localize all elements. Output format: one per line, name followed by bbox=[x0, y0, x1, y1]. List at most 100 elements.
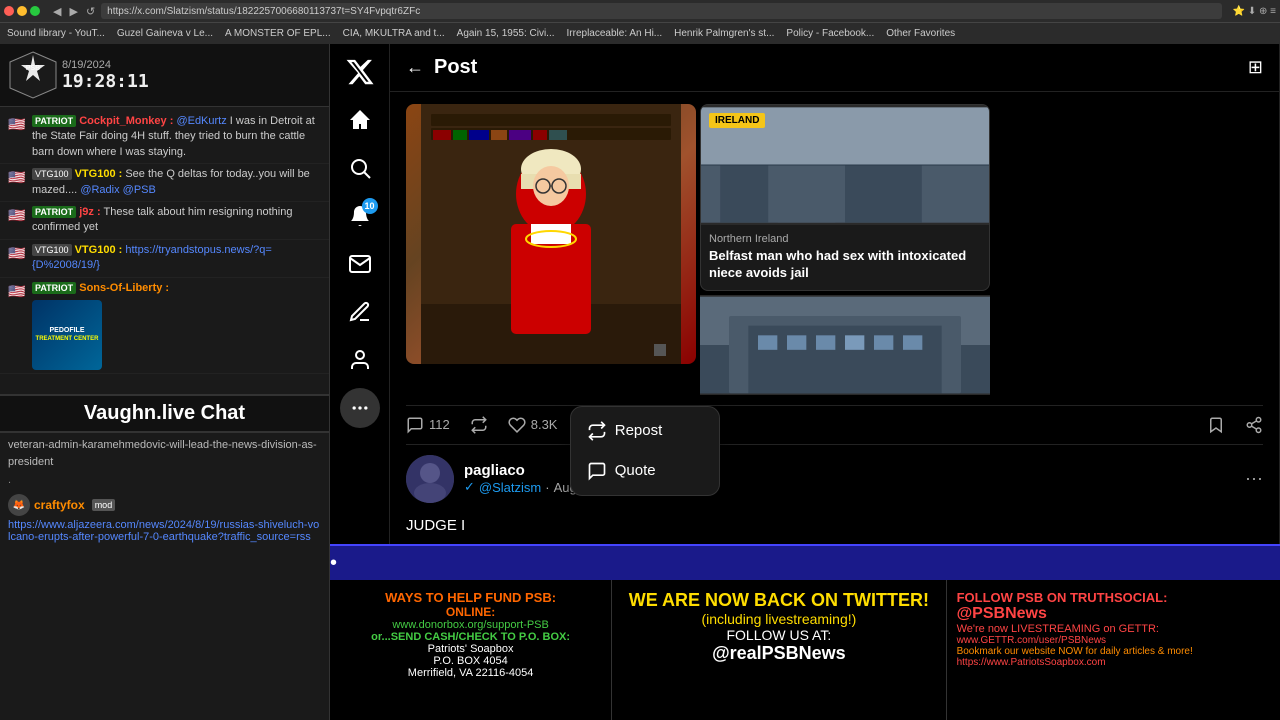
fund-or: or...SEND CASH/CHECK TO P.O. BOX: bbox=[340, 631, 601, 643]
username-1: Cockpit_Monkey : bbox=[79, 115, 173, 127]
avatar-3: 🇺🇸 bbox=[8, 205, 28, 225]
quote-option[interactable]: Quote bbox=[571, 451, 719, 491]
craftyfox-username: craftyfox bbox=[34, 498, 85, 512]
social-handle: @PSBNews bbox=[957, 605, 1270, 623]
reply-button[interactable]: 112 bbox=[406, 416, 450, 434]
bottom-panels: WAYS TO HELP FUND PSB: ONLINE: www.donor… bbox=[330, 580, 1280, 720]
post-header: ← Post ⊞ bbox=[390, 44, 1279, 92]
judge-figure bbox=[406, 104, 696, 364]
bookmark-1[interactable]: Sound library - YouT... bbox=[4, 28, 108, 39]
post-preview-text: JUDGE I bbox=[406, 517, 1263, 534]
news-card-1: IRELAND Northern Ireland Belfast man who… bbox=[700, 104, 990, 291]
chat-message-4: 🇺🇸 VTG100 VTG100 : https://tryandstopus.… bbox=[0, 240, 329, 278]
news-cards: IRELAND Northern Ireland Belfast man who… bbox=[700, 104, 990, 395]
username-2: VTG100 : bbox=[75, 168, 123, 180]
browser-forward-btn[interactable]: ▶ bbox=[67, 5, 79, 18]
username-3: j9z : bbox=[79, 206, 100, 218]
psb-header: PSB 8/19/2024 19:28:11 bbox=[0, 44, 329, 107]
bookmark-4[interactable]: CIA, MKULTRA and t... bbox=[340, 28, 448, 39]
avatar-1: 🇺🇸 bbox=[8, 114, 28, 134]
chat-message-2: 🇺🇸 VTG100 VTG100 : See the Q deltas for … bbox=[0, 164, 329, 202]
browser-menu-icons[interactable]: ⭐ ⬇ ⊕ ≡ bbox=[1233, 6, 1276, 17]
share-button[interactable] bbox=[1245, 416, 1263, 434]
ticker-bar: • t: Americans Are Increasingly Unhappy … bbox=[330, 544, 1280, 580]
browser-refresh-btn[interactable]: ↺ bbox=[84, 5, 97, 18]
url-text: https://x.com/Slatzism/status/1822257006… bbox=[107, 6, 420, 17]
dot-separator: . bbox=[8, 470, 321, 490]
quote-label: Quote bbox=[615, 462, 656, 479]
like-button[interactable]: 8.3K bbox=[508, 416, 558, 434]
browser-bar: ◀ ▶ ↺ https://x.com/Slatzism/status/1822… bbox=[0, 0, 1280, 22]
verified-icon: ✓ bbox=[464, 479, 475, 495]
post-title: Post bbox=[434, 56, 1238, 79]
repost-button[interactable] bbox=[470, 416, 488, 434]
judge-image bbox=[406, 104, 696, 364]
bookmark-7[interactable]: Henrik Palmgren's st... bbox=[671, 28, 777, 39]
social-title: FOLLOW PSB ON TRUTHSOCIAL: bbox=[957, 590, 1270, 605]
fund-panel: WAYS TO HELP FUND PSB: ONLINE: www.donor… bbox=[330, 580, 612, 720]
news-card-image-1: IRELAND bbox=[701, 105, 989, 225]
chat-message-1: 🇺🇸 PATRIOT Cockpit_Monkey : @EdKurtz I w… bbox=[0, 111, 329, 164]
home-nav-icon[interactable] bbox=[340, 100, 380, 140]
back-button[interactable]: ← bbox=[406, 57, 424, 78]
ticker-text: t: Americans Are Increasingly Unhappy wi… bbox=[345, 554, 1280, 570]
repost-area: Repost Quote bbox=[470, 416, 488, 434]
like-count: 8.3K bbox=[531, 417, 558, 432]
twitter-panel: WE ARE NOW BACK ON TWITTER! (including l… bbox=[612, 580, 946, 720]
social-site-url: https://www.PatriotsSoapbox.com bbox=[957, 657, 1270, 668]
chat-area[interactable]: 🇺🇸 PATRIOT Cockpit_Monkey : @EdKurtz I w… bbox=[0, 107, 329, 394]
notifications-nav-icon[interactable]: 10 bbox=[340, 196, 380, 236]
post-body: IRELAND Northern Ireland Belfast man who… bbox=[390, 92, 1279, 546]
url-bar[interactable]: https://x.com/Slatzism/status/1822257006… bbox=[101, 3, 1221, 19]
chat-below[interactable]: veteran-admin-karamehmedovic-will-lead-t… bbox=[0, 433, 329, 720]
fund-addr3: Merrifield, VA 22116-4054 bbox=[340, 667, 601, 679]
badge-patriot-5: PATRIOT bbox=[32, 282, 76, 294]
bottom-section: • t: Americans Are Increasingly Unhappy … bbox=[330, 544, 1280, 720]
bookmark-8[interactable]: Policy - Facebook... bbox=[783, 28, 877, 39]
vaughn-title: Vaughn.live Chat bbox=[8, 402, 321, 425]
grid-icon[interactable]: ⊞ bbox=[1248, 57, 1263, 78]
bookmark-3[interactable]: A MONSTER OF EPL... bbox=[222, 28, 334, 39]
post-user-info: pagliaco ✓ @Slatzism · Aug 10 ··· bbox=[406, 445, 1263, 513]
username-4: VTG100 : bbox=[75, 244, 123, 256]
reply-count: 112 bbox=[429, 417, 450, 432]
post-actions: 112 Repost bbox=[406, 405, 1263, 445]
chat-message-3: 🇺🇸 PATRIOT j9z : These talk about him re… bbox=[0, 202, 329, 240]
x-logo bbox=[340, 52, 380, 92]
post-user-avatar bbox=[406, 455, 454, 503]
more-options-button[interactable]: ··· bbox=[1245, 468, 1263, 489]
fund-addr2: P.O. BOX 4054 bbox=[340, 655, 601, 667]
bookmark-2[interactable]: Guzel Gaineva v Le... bbox=[114, 28, 216, 39]
repost-dropdown: Repost Quote bbox=[570, 406, 720, 496]
username-5: Sons-Of-Liberty : bbox=[79, 282, 169, 294]
search-nav-icon[interactable] bbox=[340, 148, 380, 188]
news-card-image-2 bbox=[700, 295, 990, 395]
bookmark-5[interactable]: Again 15, 1955: Civi... bbox=[454, 28, 558, 39]
repost-option[interactable]: Repost bbox=[571, 411, 719, 451]
twitter-handle: @realPSBNews bbox=[622, 643, 935, 664]
psb-logo: PSB bbox=[8, 50, 58, 100]
twitter-follow-label: FOLLOW US AT: bbox=[622, 627, 935, 643]
messages-nav-icon[interactable] bbox=[340, 244, 380, 284]
browser-back-btn[interactable]: ◀ bbox=[51, 5, 63, 18]
badge-patriot-1: PATRIOT bbox=[32, 115, 76, 127]
fund-title: WAYS TO HELP FUND PSB: bbox=[340, 590, 601, 605]
craftyfox-link: https://www.aljazeera.com/news/2024/8/19… bbox=[8, 519, 321, 543]
badge-vtg-2: VTG100 bbox=[32, 168, 72, 180]
fund-addr1: Patriots' Soapbox bbox=[340, 643, 601, 655]
avatar-5: 🇺🇸 bbox=[8, 281, 28, 301]
ticker-dot: • bbox=[330, 552, 337, 575]
more-nav-icon[interactable] bbox=[340, 388, 380, 428]
badge-patriot-3: PATRIOT bbox=[32, 206, 76, 218]
bookmark-6[interactable]: Irreplaceable: An Hi... bbox=[564, 28, 666, 39]
compose-nav-icon[interactable] bbox=[340, 292, 380, 332]
color-swatch-1 bbox=[654, 344, 666, 356]
bookmarks-bar: Sound library - YouT... Guzel Gaineva v … bbox=[0, 22, 1280, 44]
bookmark-other[interactable]: Other Favorites bbox=[883, 28, 958, 39]
psb-time: 19:28:11 bbox=[62, 71, 149, 92]
profile-nav-icon[interactable] bbox=[340, 340, 380, 380]
craftyfox-avatar: 🦊 bbox=[8, 494, 30, 516]
social-bookmark-text: Bookmark our website NOW for daily artic… bbox=[957, 646, 1270, 657]
bookmark-button[interactable] bbox=[1207, 416, 1225, 434]
twitter-back-sub: (including livestreaming!) bbox=[622, 611, 935, 627]
